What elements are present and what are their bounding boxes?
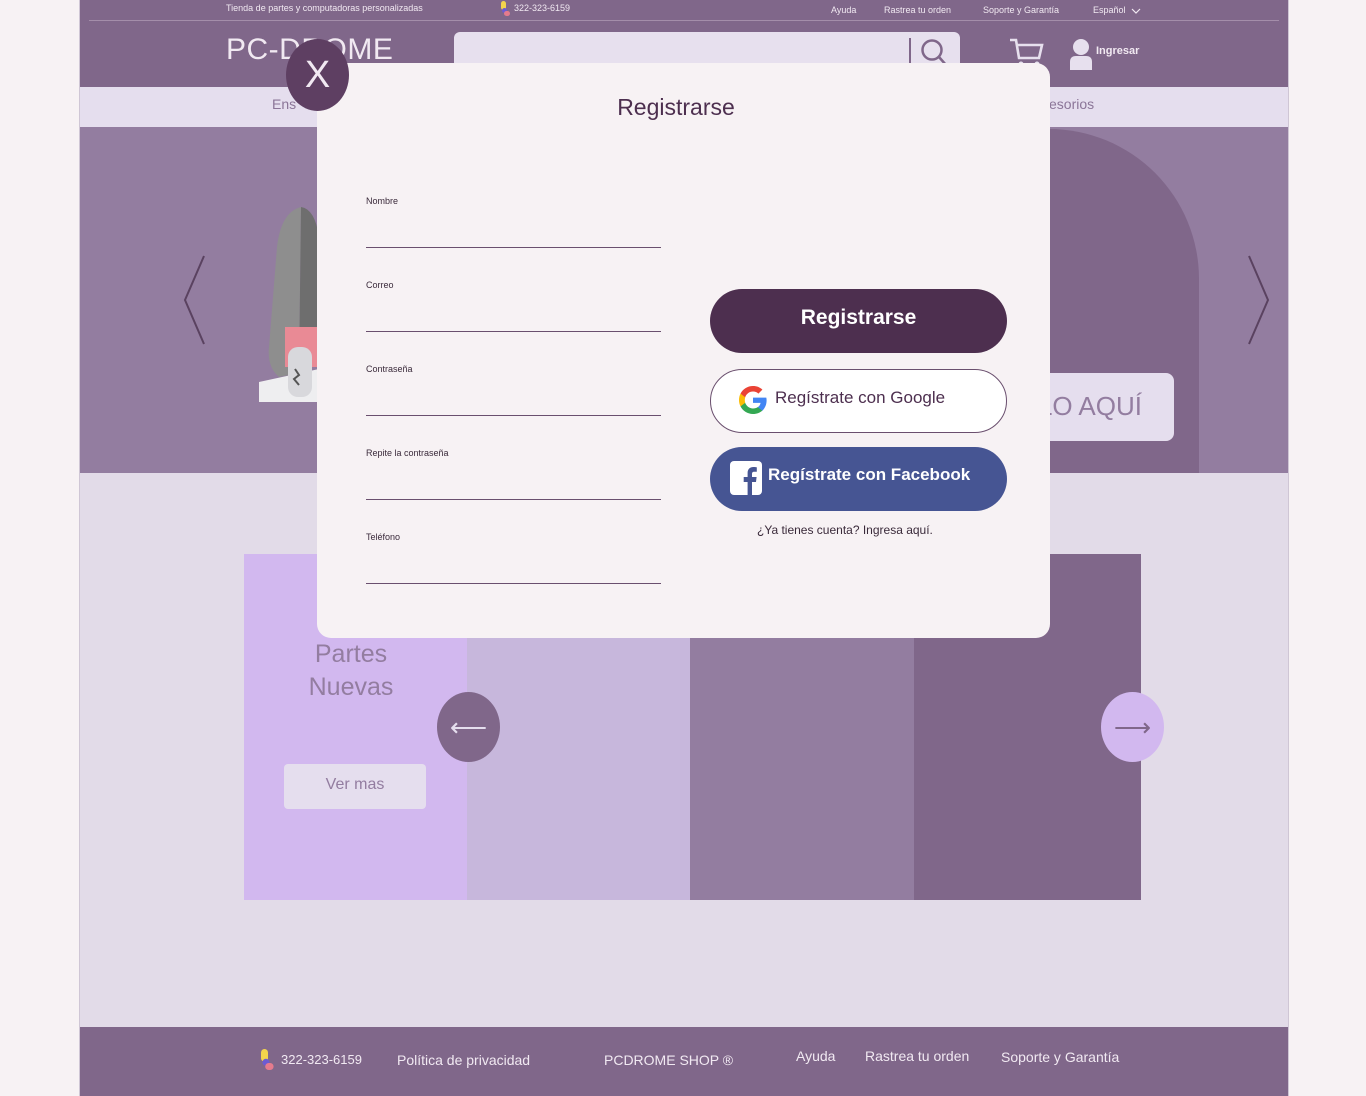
arrow-right-icon: ⟶	[1113, 712, 1152, 742]
close-modal-button[interactable]: X	[286, 39, 349, 111]
login-link[interactable]: Ingresar	[1096, 45, 1139, 57]
page-edge-right	[1288, 0, 1289, 1096]
google-button-label: Regístrate con Google	[775, 388, 946, 407]
site-footer: 322-323-6159 Política de privacidad PCDR…	[79, 1027, 1289, 1096]
facebook-icon	[730, 461, 762, 495]
hero-next-arrow[interactable]	[1247, 254, 1271, 346]
top-link-help[interactable]: Ayuda	[831, 5, 856, 15]
phone-icon	[261, 1049, 274, 1071]
tile-title: Partes Nuevas	[308, 640, 394, 701]
password-field[interactable]	[366, 390, 661, 416]
footer-link-support[interactable]: Soporte y Garantía	[1001, 1049, 1119, 1065]
register-button[interactable]: Registrarse	[710, 289, 1007, 353]
search-separator	[909, 38, 911, 64]
confirm-password-field[interactable]	[366, 474, 661, 500]
top-link-track-order[interactable]: Rastrea tu orden	[884, 5, 951, 15]
confirm-password-label: Repite la contraseña	[366, 448, 449, 458]
hero-prev-arrow[interactable]	[182, 254, 206, 346]
register-modal: Registrarse Nombre Correo Contraseña Rep…	[317, 63, 1050, 638]
top-link-support[interactable]: Soporte y Garantía	[983, 5, 1059, 15]
google-signup-button[interactable]: Regístrate con Google	[710, 369, 1007, 433]
hero-cta-label: LO AQUÍ	[1037, 391, 1142, 421]
footer-brand: PCDROME SHOP ®	[604, 1052, 734, 1068]
modal-title: Registrarse	[617, 94, 735, 120]
carousel-next-button[interactable]: ⟶	[1101, 692, 1164, 762]
facebook-signup-button[interactable]: Regístrate con Facebook	[710, 447, 1007, 511]
language-label: Español	[1093, 5, 1126, 15]
login-here-link[interactable]: ¿Ya tienes cuenta? Ingresa aquí.	[757, 523, 933, 537]
email-field[interactable]	[366, 306, 661, 332]
facebook-button-label: Regístrate con Facebook	[768, 465, 971, 484]
nav-item-partial-right[interactable]: esorios	[1049, 96, 1094, 112]
phone-icon	[501, 1, 510, 17]
user-icon[interactable]	[1067, 38, 1095, 70]
header-divider	[89, 20, 1279, 21]
email-label: Correo	[366, 280, 394, 290]
name-label: Nombre	[366, 196, 399, 206]
chevron-down-icon	[1131, 8, 1141, 14]
footer-phone: 322-323-6159	[281, 1052, 362, 1067]
tagline: Tienda de partes y computadoras personal…	[226, 3, 423, 13]
footer-link-help[interactable]: Ayuda	[796, 1048, 835, 1064]
name-field[interactable]	[366, 222, 661, 248]
page-edge-left	[79, 0, 80, 1096]
footer-privacy-link[interactable]: Política de privacidad	[397, 1052, 530, 1068]
phone-label: Teléfono	[366, 532, 401, 542]
arrow-left-icon: ⟵	[449, 712, 488, 742]
carousel-prev-button[interactable]: ⟵	[437, 692, 500, 762]
password-label: Contraseña	[366, 364, 413, 374]
google-icon	[739, 386, 767, 414]
language-select[interactable]: Español	[1093, 5, 1141, 15]
nav-item-partial-left[interactable]: Ens	[272, 96, 296, 112]
header-phone: 322-323-6159	[514, 3, 571, 13]
phone-field[interactable]	[366, 558, 661, 584]
footer-link-track-order[interactable]: Rastrea tu orden	[865, 1048, 969, 1064]
see-more-button[interactable]: Ver mas	[284, 764, 426, 809]
